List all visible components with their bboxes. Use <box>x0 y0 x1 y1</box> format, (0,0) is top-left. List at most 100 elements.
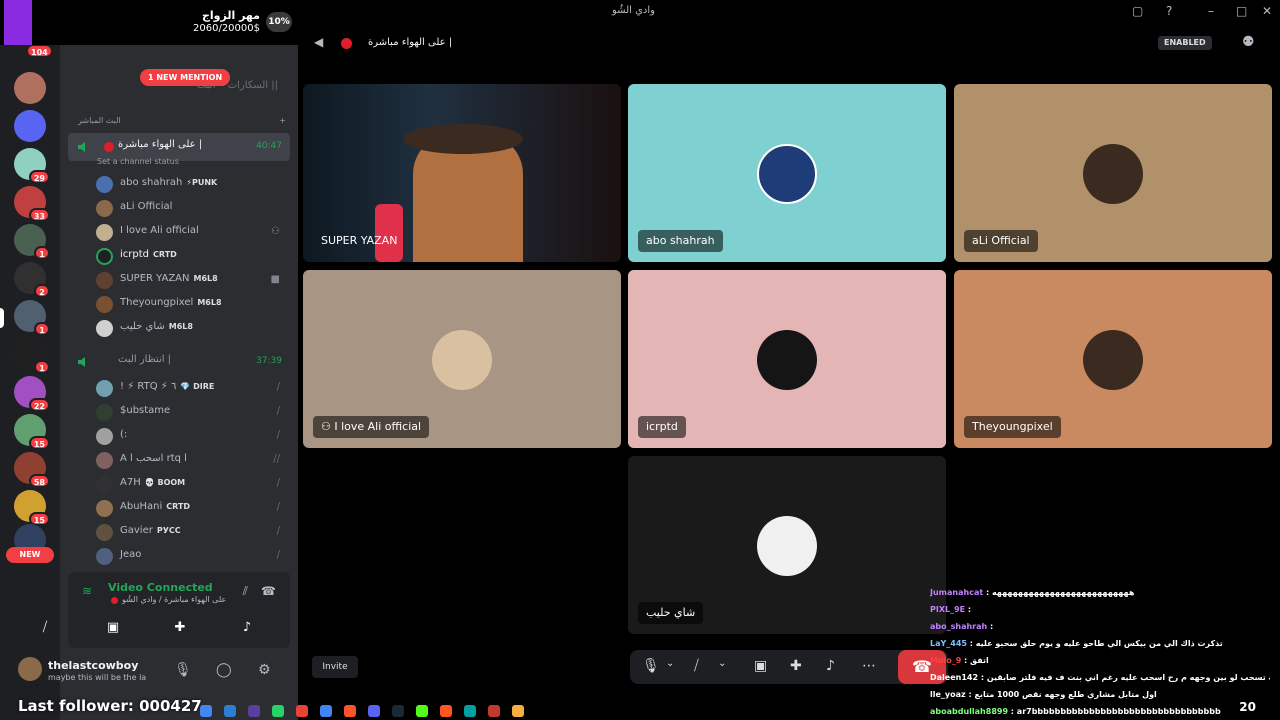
voice-member[interactable]: abo shahrah ⚡PUNK <box>96 173 286 195</box>
whatsapp-icon[interactable] <box>272 705 284 717</box>
muted-icon: ⧸ <box>276 502 280 513</box>
app-icon[interactable] <box>440 705 452 717</box>
server-icon[interactable]: 58 <box>14 452 50 488</box>
microphone-icon[interactable]: 🎙 <box>642 658 660 674</box>
video-tile[interactable]: ⚇ I love Ali official <box>303 270 621 448</box>
camera-off-icon[interactable]: ⧸ <box>694 658 699 674</box>
voice-member[interactable]: icrptd CRTD <box>96 245 286 267</box>
video-tile[interactable]: شاي حليب <box>628 456 946 634</box>
avatar[interactable] <box>18 657 42 681</box>
maximize-icon[interactable]: □ <box>1236 4 1247 18</box>
server-icon[interactable] <box>14 72 46 104</box>
server-icon[interactable]: 29 <box>14 148 50 184</box>
chrome-icon[interactable] <box>296 705 308 717</box>
avatar <box>96 248 113 265</box>
brave-icon[interactable] <box>344 705 356 717</box>
video-tile[interactable]: SUPER YAZAN <box>303 84 621 262</box>
server-badge: 2 <box>34 284 50 298</box>
call-channel-name: على الهواء مباشرة | <box>368 37 453 48</box>
voice-member[interactable]: Jeao ⧸ <box>96 545 286 567</box>
voice-channel-path[interactable]: على الهواء مباشرة / وادي الشُو <box>122 595 226 604</box>
activities-icon[interactable]: ✚ <box>790 658 802 674</box>
server-icon[interactable]: 2 <box>14 262 50 298</box>
voice-member[interactable]: ! ⚡ RTQ ⚡ ٦ 💎 DIRE ⧸ <box>96 377 286 399</box>
enabled-badge[interactable]: ENABLED <box>1158 36 1212 50</box>
member-tag: M6L8 <box>168 322 193 331</box>
video-tile[interactable]: aLi Official <box>954 84 1272 262</box>
plus-icon[interactable]: + <box>279 116 286 125</box>
gear-icon[interactable]: ⚙ <box>258 662 271 678</box>
marriage-goal-widget: مهر الزواج 2060/20000$ 10% <box>0 0 298 45</box>
server-icon[interactable] <box>14 110 46 142</box>
server-icon[interactable]: 22 <box>14 376 50 412</box>
avatar <box>96 428 113 445</box>
server-icon[interactable]: 1 <box>14 300 50 336</box>
voice-member[interactable]: AbuHani CRTD ⧸ <box>96 497 286 519</box>
disconnect-icon[interactable]: ☎ <box>261 584 276 598</box>
voice-status[interactable]: Video Connected <box>108 581 213 594</box>
activities-button[interactable]: ✚ <box>152 616 208 640</box>
close-icon[interactable]: ✕ <box>1262 4 1272 18</box>
steam-icon[interactable] <box>392 705 404 717</box>
server-icon[interactable]: 15 <box>14 490 50 526</box>
inbox-icon[interactable]: ▢ <box>1132 4 1143 18</box>
screenshare-icon[interactable]: ▣ <box>754 658 767 674</box>
voice-member[interactable]: Gavier РУСС ⧸ <box>96 521 286 543</box>
chat-separator: : <box>961 656 971 665</box>
chat-username: aboabdullah8899 <box>930 707 1009 716</box>
soundboard-icon[interactable]: ♪ <box>826 658 835 674</box>
app-icon[interactable] <box>512 705 524 717</box>
video-tile-speaking[interactable]: icrptd <box>628 270 946 448</box>
server-icon[interactable]: 33 <box>14 186 50 222</box>
minimize-icon[interactable]: – <box>1208 4 1214 18</box>
speaker-icon <box>78 357 85 367</box>
voice-member[interactable]: شاي حليب M6L8 <box>96 317 286 339</box>
new-unreads-pill[interactable]: NEW <box>6 547 54 563</box>
app-icon[interactable] <box>224 705 236 717</box>
app-icon[interactable] <box>248 705 260 717</box>
voice-member[interactable]: A7H 💀 BOOM ⧸ <box>96 473 286 495</box>
soundboard-button[interactable]: ♪ <box>219 616 275 640</box>
channel-name: على الهواء مباشرة | <box>118 139 203 150</box>
voice-channel-waiting[interactable]: انتظار البث | 37:39 <box>68 348 290 376</box>
discord-icon[interactable] <box>368 705 380 717</box>
screenshare-button[interactable]: ▣ <box>85 616 141 640</box>
voice-member[interactable]: SUPER YAZAN M6L8 ■ <box>96 269 286 291</box>
server-icon[interactable]: 15 <box>14 414 50 450</box>
channel-timer: 37:39 <box>256 356 282 366</box>
kick-icon[interactable] <box>416 705 428 717</box>
user-name[interactable]: thelastcowboy <box>48 659 138 672</box>
voice-member[interactable]: aLi Official <box>96 197 286 219</box>
channel-status[interactable]: Set a channel status <box>97 157 179 166</box>
headphones-icon[interactable]: ◯ <box>216 662 232 678</box>
new-mention-pill[interactable]: 1 NEW MENTION <box>140 69 231 86</box>
camera-icon: ■ <box>270 274 280 285</box>
app-icon[interactable] <box>320 705 332 717</box>
voice-member[interactable]: $ubstame ⧸ <box>96 401 286 423</box>
category-live[interactable]: البث المباشر + <box>78 116 286 125</box>
chevron-down-icon[interactable]: ⌄ <box>718 658 726 669</box>
server-icon[interactable]: 1 <box>14 224 50 260</box>
video-tile[interactable]: Theyoungpixel <box>954 270 1272 448</box>
app-icon[interactable] <box>488 705 500 717</box>
app-icon[interactable] <box>464 705 476 717</box>
microphone-icon[interactable]: 🎙 <box>174 662 192 678</box>
avatar <box>96 404 113 421</box>
voice-member[interactable]: A l اسحب rtq l ⧸⧸ <box>96 449 286 471</box>
avatar <box>432 330 492 390</box>
voice-member[interactable]: I love Ali official ⚇ <box>96 221 286 243</box>
video-tile[interactable]: abo shahrah <box>628 84 946 262</box>
server-icon[interactable]: 1 <box>14 338 50 374</box>
user-bar: thelastcowboy maybe this will be the la … <box>8 652 290 692</box>
voice-member[interactable]: Theyoungpixel M6L8 <box>96 293 286 315</box>
app-icon[interactable] <box>200 705 212 717</box>
voice-member[interactable]: (: ⧸ <box>96 425 286 447</box>
help-icon[interactable]: ? <box>1166 4 1172 18</box>
server-badge: 1 <box>34 246 50 260</box>
camera-off-button[interactable]: ⧸ <box>17 616 73 640</box>
chevron-down-icon[interactable]: ⌄ <box>666 658 674 669</box>
more-icon[interactable]: ⋯ <box>862 658 876 674</box>
invite-button[interactable]: Invite <box>312 656 358 678</box>
noise-suppression-icon[interactable]: ⫽ <box>243 584 248 599</box>
members-icon[interactable]: ⚉ <box>1242 34 1255 50</box>
